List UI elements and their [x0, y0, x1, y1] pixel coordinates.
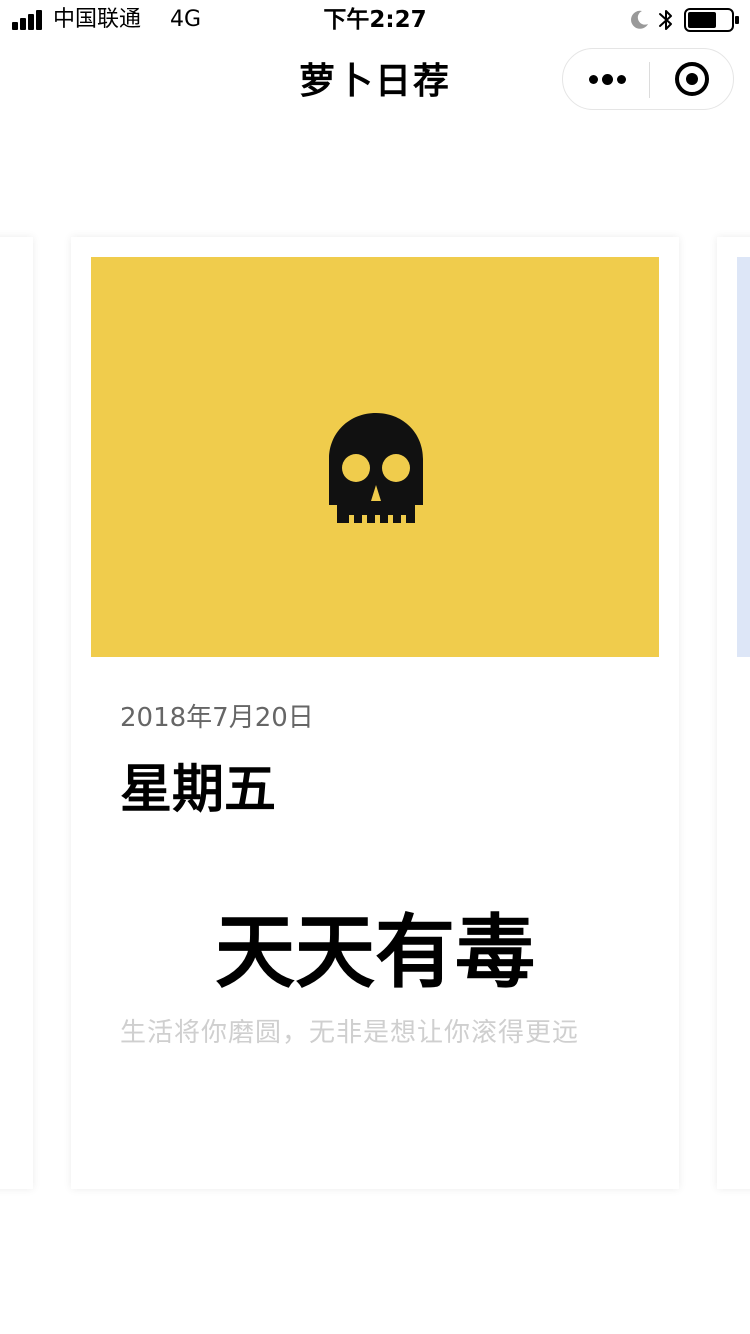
card-weekday: 星期五 [120, 760, 277, 820]
close-button[interactable] [650, 49, 734, 109]
skull-icon [329, 413, 423, 523]
moon-icon [631, 10, 648, 29]
next-card[interactable] [717, 237, 750, 1189]
target-close-icon [675, 62, 709, 96]
previous-card[interactable] [0, 237, 33, 1189]
daily-card[interactable]: 2018年7月20日 星期五 天天有毒 生活将你磨圆，无非是想让你滚得更远 [71, 237, 679, 1189]
card-date: 2018年7月20日 [120, 703, 314, 733]
more-button[interactable] [563, 49, 649, 109]
battery-icon [684, 8, 739, 32]
card-headline: 天天有毒 [215, 906, 535, 999]
card-cover-image [91, 257, 659, 657]
card-quote: 生活将你磨圆，无非是想让你滚得更远 [120, 1018, 580, 1048]
next-card-cover [737, 257, 750, 657]
bluetooth-icon [659, 10, 672, 30]
status-bar: 中国联通 4G 下午2:27 [0, 0, 750, 40]
mini-program-capsule [562, 48, 734, 110]
